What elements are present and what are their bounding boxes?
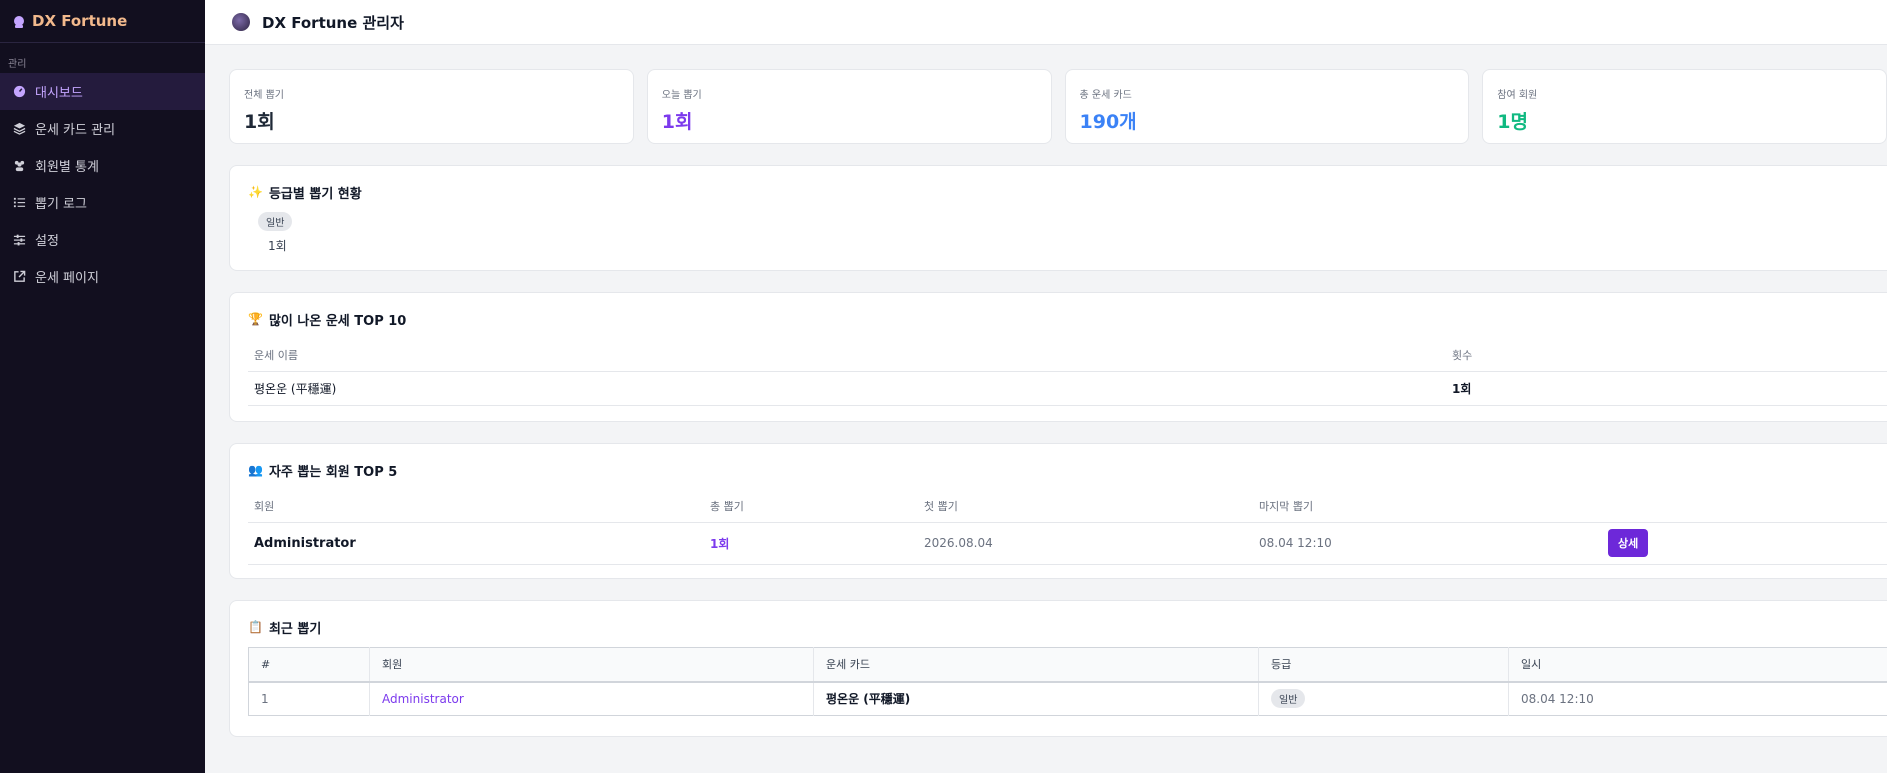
card-title: ✨ 등급별 뽑기 현황 (248, 182, 1880, 202)
table-row: 평온운 (平穩運) 1회 (248, 371, 1887, 406)
sliders-icon (12, 233, 26, 247)
member-last-draw: 08.04 12:10 (1253, 522, 1602, 565)
grade-count: 1회 (268, 239, 287, 253)
stat-card-total-draws: 전체 뽑기 1회 (229, 69, 634, 144)
column-header: 회원 (248, 490, 704, 523)
sidebar-item-label: 회원별 통계 (35, 160, 99, 175)
table-header-row: # 회원 운세 카드 등급 일시 (248, 647, 1887, 683)
stat-value: 1명 (1497, 111, 1528, 133)
fortune-count: 1회 (1446, 371, 1887, 406)
stat-value: 1회 (244, 111, 275, 133)
column-header: 마지막 뽑기 (1253, 490, 1602, 523)
card-title-text: 등급별 뽑기 현황 (268, 186, 362, 202)
sidebar-item-fortune-page[interactable]: 운세 페이지 (0, 258, 205, 295)
sidebar-item-label: 대시보드 (35, 86, 83, 101)
stat-label: 오늘 뽑기 (661, 90, 702, 101)
grade-cell: 일반 (1258, 681, 1509, 716)
top-members-table: 회원 총 뽑기 첫 뽑기 마지막 뽑기 Administrator 1회 202… (248, 490, 1887, 565)
sidebar-section-label: 관리 (8, 59, 27, 70)
grade-stats-card: ✨ 등급별 뽑기 현황 일반 1회 (229, 165, 1887, 271)
top-fortunes-table: 운세 이름 횟수 평온운 (平穩運) 1회 (248, 339, 1887, 406)
sidebar-item-draw-log[interactable]: 뽑기 로그 (0, 184, 205, 221)
column-header: 운세 이름 (248, 339, 1446, 372)
card-title-text: 최근 뽑기 (268, 621, 322, 637)
member-total: 1회 (704, 522, 918, 565)
grade-badge: 일반 (258, 212, 293, 231)
top-members-card: 👥 자주 뽑는 회원 TOP 5 회원 총 뽑기 첫 뽑기 마지막 뽑기 Adm… (229, 443, 1887, 579)
column-header: 회원 (369, 647, 814, 683)
row-number: 1 (248, 681, 370, 716)
list-icon (12, 196, 26, 210)
member-link[interactable]: Administrator (382, 692, 464, 706)
table-header-row: 운세 이름 횟수 (248, 339, 1887, 372)
card-title: 🏆 많이 나온 운세 TOP 10 (248, 309, 1880, 329)
users-icon (12, 159, 26, 173)
fortune-card-cell: 평온운 (平穩運) (813, 681, 1259, 716)
crystal-ball-icon (12, 14, 26, 28)
recent-draws-table: # 회원 운세 카드 등급 일시 1 Administrator 평온운 (平穩… (248, 647, 1887, 716)
stat-value: 1회 (661, 111, 693, 133)
member-first-draw: 2026.08.04 (918, 522, 1253, 565)
sidebar-nav: 대시보드 운세 카드 관리 회원별 통계 뽑기 로그 설정 운세 페이지 (0, 73, 205, 295)
card-title-text: 많이 나온 운세 TOP 10 (268, 313, 407, 329)
sparkles-icon: ✨ (248, 185, 263, 199)
column-header: # (248, 647, 370, 683)
actions-cell: 상세 (1602, 522, 1887, 565)
column-header: 첫 뽑기 (918, 490, 1253, 523)
top-header: DX Fortune 관리자 (205, 0, 1887, 45)
column-header-actions (1602, 490, 1887, 523)
people-icon: 👥 (248, 463, 263, 477)
stat-label: 전체 뽑기 (244, 90, 284, 101)
dashboard-main: 전체 뽑기 1회 오늘 뽑기 1회 총 운세 카드 190개 참여 회원 1명 … (229, 69, 1887, 737)
table-row: 1 Administrator 평온운 (平穩運) 일반 08.04 12:10 (248, 681, 1887, 716)
card-title: 📋 최근 뽑기 (248, 617, 1880, 637)
stat-label: 총 운세 카드 (1079, 90, 1132, 101)
sidebar-item-label: 뽑기 로그 (35, 197, 87, 212)
stat-card-today-draws: 오늘 뽑기 1회 (646, 69, 1052, 144)
sidebar-item-label: 운세 카드 관리 (35, 123, 116, 138)
member-cell: Administrator (369, 681, 814, 716)
table-header-row: 회원 총 뽑기 첫 뽑기 마지막 뽑기 (248, 490, 1887, 523)
sidebar-item-settings[interactable]: 설정 (0, 221, 205, 258)
sidebar: DX Fortune 관리 대시보드 운세 카드 관리 회원별 통계 뽑기 로그 (0, 0, 205, 773)
crystal-ball-icon (232, 13, 250, 31)
brand-name: DX Fortune (32, 12, 128, 30)
draw-time: 08.04 12:10 (1508, 681, 1887, 716)
dashboard-icon (12, 85, 26, 99)
detail-button[interactable]: 상세 (1608, 529, 1649, 557)
card-title: 👥 자주 뽑는 회원 TOP 5 (248, 460, 1880, 480)
stat-label: 참여 회원 (1497, 90, 1538, 101)
external-link-icon (12, 270, 26, 284)
clipboard-icon: 📋 (248, 620, 263, 634)
sidebar-item-cards[interactable]: 운세 카드 관리 (0, 110, 205, 147)
fortune-name: 평온운 (平穩運) (248, 371, 1446, 406)
recent-draws-card: 📋 최근 뽑기 # 회원 운세 카드 등급 일시 1 Administrator… (229, 600, 1887, 737)
column-header: 등급 (1258, 647, 1509, 683)
card-title-text: 자주 뽑는 회원 TOP 5 (268, 464, 398, 480)
table-row: Administrator 1회 2026.08.04 08.04 12:10 … (248, 522, 1887, 565)
stat-card-members: 참여 회원 1명 (1482, 69, 1887, 144)
grade-badge: 일반 (1271, 689, 1306, 709)
column-header: 횟수 (1446, 339, 1887, 372)
sidebar-item-label: 운세 페이지 (35, 271, 99, 286)
stat-value: 190개 (1079, 111, 1137, 133)
trophy-icon: 🏆 (248, 312, 263, 326)
member-name: Administrator (248, 522, 704, 565)
stats-row: 전체 뽑기 1회 오늘 뽑기 1회 총 운세 카드 190개 참여 회원 1명 (229, 69, 1887, 144)
brand[interactable]: DX Fortune (0, 0, 205, 43)
sidebar-item-dashboard[interactable]: 대시보드 (0, 73, 205, 110)
stat-card-total-cards: 총 운세 카드 190개 (1064, 69, 1470, 144)
page-title: DX Fortune 관리자 (262, 13, 404, 32)
column-header: 운세 카드 (813, 647, 1259, 683)
layers-icon (12, 122, 26, 136)
column-header: 일시 (1508, 647, 1887, 683)
top-fortunes-card: 🏆 많이 나온 운세 TOP 10 운세 이름 횟수 평온운 (平穩運) 1회 (229, 292, 1887, 422)
sidebar-item-member-stats[interactable]: 회원별 통계 (0, 147, 205, 184)
column-header: 총 뽑기 (704, 490, 918, 523)
sidebar-item-label: 설정 (35, 234, 59, 249)
